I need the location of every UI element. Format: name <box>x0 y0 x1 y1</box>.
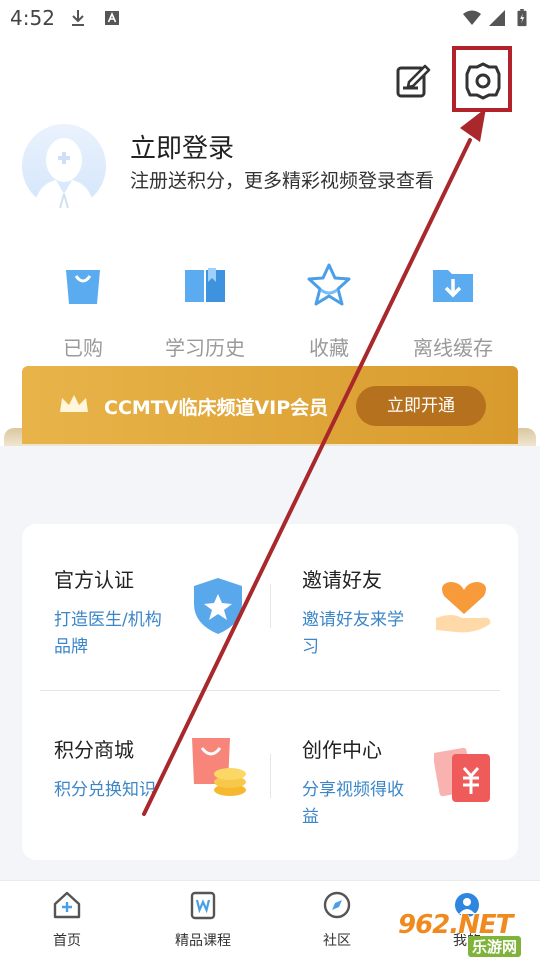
quick-action-history[interactable]: 学习历史 <box>150 262 260 361</box>
status-time: 4:52 <box>10 6 55 30</box>
edit-button[interactable] <box>394 62 432 100</box>
divider <box>40 690 500 691</box>
nav-community[interactable]: 社区 <box>282 890 392 950</box>
nav-home[interactable]: 首页 <box>12 890 122 950</box>
shopping-bag-icon <box>66 270 100 304</box>
wifi-icon <box>463 10 481 25</box>
quick-action-favorites[interactable]: 收藏 <box>274 262 384 361</box>
red-envelope-icon <box>434 747 490 802</box>
divider <box>270 754 271 798</box>
quick-action-offline-cache[interactable]: 离线缓存 <box>398 262 508 361</box>
quick-action-label: 已购 <box>63 336 103 360</box>
quick-action-label: 离线缓存 <box>413 336 493 360</box>
vip-banner-text: CCMTV临床频道VIP会员 <box>104 397 329 419</box>
avatar[interactable] <box>22 124 106 208</box>
home-icon <box>53 891 81 919</box>
quick-action-label: 学习历史 <box>165 336 245 360</box>
login-subtitle: 注册送积分，更多精彩视频登录查看 <box>130 170 435 192</box>
download-folder-icon <box>433 270 473 302</box>
battery-icon <box>517 9 527 27</box>
nav-label: 社区 <box>323 933 351 949</box>
crown-icon <box>60 395 88 412</box>
nav-courses[interactable]: 精品课程 <box>148 890 258 950</box>
annotation-highlight-box <box>452 46 512 112</box>
vip-activate-button[interactable]: 立即开通 <box>356 386 486 426</box>
quick-action-label: 收藏 <box>309 336 349 360</box>
login-title[interactable]: 立即登录 <box>130 128 234 165</box>
download-icon <box>72 10 84 26</box>
course-icon <box>190 891 216 920</box>
default-doctor-avatar-icon <box>33 138 95 208</box>
shopping-coins-icon <box>192 738 246 796</box>
quick-action-purchased[interactable]: 已购 <box>28 262 138 361</box>
status-bar: 4:52 <box>0 0 540 40</box>
heart-hand-icon <box>436 582 491 633</box>
compass-icon <box>323 891 351 919</box>
nav-label: 精品课程 <box>175 933 231 949</box>
book-icon <box>185 268 225 302</box>
site-watermark: 962.NET 乐游网 <box>398 906 538 957</box>
signal-icon <box>489 10 505 26</box>
divider <box>270 584 271 628</box>
shield-star-icon <box>194 578 242 634</box>
a-badge-icon <box>105 11 119 25</box>
nav-label: 首页 <box>53 933 81 949</box>
edit-icon <box>396 64 431 98</box>
star-icon <box>307 263 351 306</box>
watermark-subtext: 乐游网 <box>468 936 522 957</box>
